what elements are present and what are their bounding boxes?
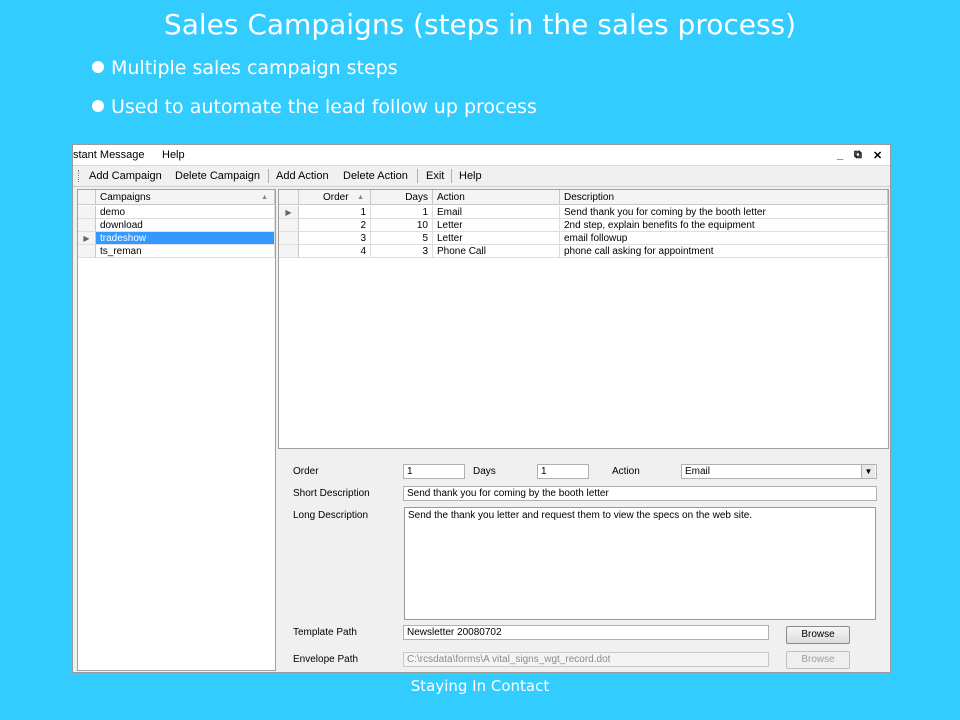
app-window: stant Message Help _ ⧉ ✕ Add Campaign De… (72, 144, 891, 673)
menu-instant-message[interactable]: stant Message (73, 149, 145, 161)
action-cell-description[interactable]: 2nd step, explain benefits fo the equipm… (560, 219, 888, 232)
row-header[interactable] (78, 206, 96, 219)
bullet-dot-icon (92, 100, 104, 112)
campaign-row[interactable]: ts_reman (96, 245, 275, 258)
toolbar-separator (268, 169, 269, 183)
campaign-row[interactable]: download (96, 219, 275, 232)
exit-button[interactable]: Exit (426, 170, 444, 182)
close-icon[interactable]: ✕ (873, 149, 882, 162)
campaigns-grid[interactable]: Campaigns ▲ demo download ▶ tradeshow ts_rem… (77, 189, 276, 671)
delete-campaign-button[interactable]: Delete Campaign (175, 170, 260, 182)
row-header[interactable] (78, 219, 96, 232)
template-browse-button[interactable]: Browse (786, 626, 850, 644)
action-select[interactable]: Email ▼ (681, 464, 877, 479)
restore-icon[interactable]: ⧉ (854, 149, 862, 162)
action-cell-days[interactable]: 5 (371, 232, 433, 245)
order-field[interactable]: 1 (403, 464, 465, 479)
envelope-path-field[interactable]: C:\rcsdata\forms\A vital_signs_wgt_recor… (403, 652, 769, 667)
bullet-dot-icon (92, 61, 104, 73)
row-header-corner (279, 190, 299, 205)
toolbar: Add Campaign Delete Campaign Add Action … (73, 166, 890, 187)
long-description-field[interactable]: Send the thank you letter and request th… (404, 507, 876, 620)
row-header[interactable] (279, 245, 299, 258)
row-header[interactable] (279, 219, 299, 232)
order-label: Order (293, 466, 319, 477)
template-path-field[interactable]: Newsletter 20080702 (403, 625, 769, 640)
action-cell-order[interactable]: 4 (299, 245, 371, 258)
delete-action-button[interactable]: Delete Action (343, 170, 408, 182)
actions-grid[interactable]: Order ▲ Days Action Description ▶ 1 1 Email… (278, 189, 889, 449)
add-campaign-button[interactable]: Add Campaign (89, 170, 162, 182)
minimize-icon[interactable]: _ (837, 149, 843, 161)
current-row-arrow-icon[interactable]: ▶ (279, 206, 299, 219)
campaign-row[interactable]: tradeshow (96, 232, 275, 245)
envelope-path-label: Envelope Path (293, 654, 359, 665)
days-field[interactable]: 1 (537, 464, 589, 479)
bullet-item: Used to automate the lead follow up proc… (92, 96, 537, 118)
row-header-corner (78, 190, 96, 205)
action-cell-days[interactable]: 10 (371, 219, 433, 232)
action-cell-action[interactable]: Letter (433, 232, 560, 245)
short-description-label: Short Description (293, 488, 370, 499)
campaign-row[interactable]: demo (96, 206, 275, 219)
campaigns-column-header[interactable]: Campaigns ▲ (96, 190, 275, 205)
add-action-button[interactable]: Add Action (276, 170, 329, 182)
action-column-header[interactable]: Action (433, 190, 560, 205)
days-label: Days (473, 466, 496, 477)
toolbar-separator (417, 169, 418, 183)
description-column-header[interactable]: Description (560, 190, 888, 205)
menu-bar: stant Message Help _ ⧉ ✕ (73, 145, 890, 166)
order-column-header[interactable]: Order ▲ (299, 190, 371, 205)
toolbar-separator (451, 169, 452, 183)
action-cell-order[interactable]: 2 (299, 219, 371, 232)
toolbar-grip-icon[interactable] (78, 170, 81, 182)
help-button[interactable]: Help (459, 170, 482, 182)
row-header[interactable] (279, 232, 299, 245)
action-cell-days[interactable]: 3 (371, 245, 433, 258)
template-path-label: Template Path (293, 627, 357, 638)
action-cell-order[interactable]: 3 (299, 232, 371, 245)
action-cell-action[interactable]: Email (433, 206, 560, 219)
slide-footer: Staying In Contact (410, 677, 550, 695)
action-label: Action (612, 466, 640, 477)
action-cell-order[interactable]: 1 (299, 206, 371, 219)
envelope-browse-button[interactable]: Browse (786, 651, 850, 669)
days-column-header[interactable]: Days (371, 190, 433, 205)
action-cell-description[interactable]: email followup (560, 232, 888, 245)
short-description-field[interactable]: Send thank you for coming by the booth l… (403, 486, 877, 501)
slide-title: Sales Campaigns (steps in the sales proc… (163, 8, 797, 41)
sort-ascending-icon: ▲ (357, 194, 364, 201)
current-row-arrow-icon[interactable]: ▶ (78, 232, 96, 245)
sort-ascending-icon: ▲ (261, 194, 268, 201)
action-cell-action[interactable]: Phone Call (433, 245, 560, 258)
action-cell-description[interactable]: phone call asking for appointment (560, 245, 888, 258)
action-cell-description[interactable]: Send thank you for coming by the booth l… (560, 206, 888, 219)
menu-help[interactable]: Help (162, 149, 185, 161)
row-header[interactable] (78, 245, 96, 258)
bullet-item: Multiple sales campaign steps (92, 57, 398, 79)
action-cell-days[interactable]: 1 (371, 206, 433, 219)
chevron-down-icon[interactable]: ▼ (861, 465, 875, 478)
action-cell-action[interactable]: Letter (433, 219, 560, 232)
long-description-label: Long Description (293, 510, 369, 521)
